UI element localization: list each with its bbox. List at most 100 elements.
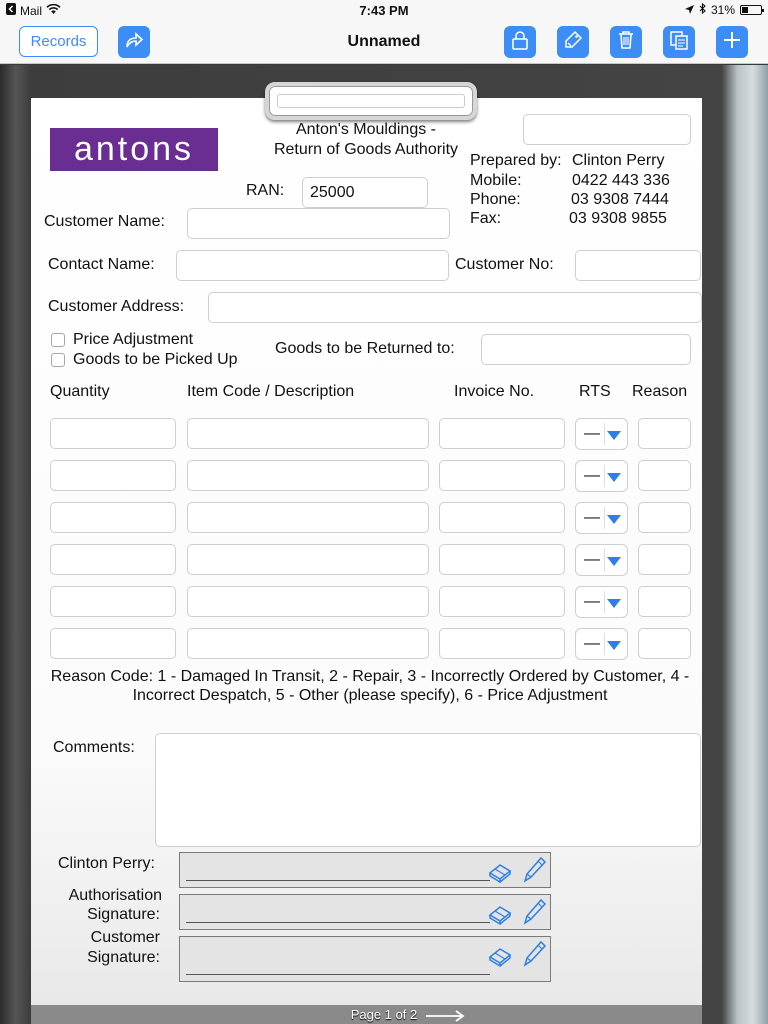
goods-returned-to-field[interactable] <box>481 334 691 365</box>
stamp-button[interactable] <box>557 26 589 58</box>
quantity-field[interactable] <box>50 460 176 491</box>
phone-label: Phone: <box>470 191 521 208</box>
invoice-no-field[interactable] <box>439 586 565 617</box>
delete-button[interactable] <box>610 26 642 58</box>
ran-label: RAN: <box>246 182 285 199</box>
dropdown-arrow-icon <box>607 473 621 482</box>
customer-name-field[interactable] <box>187 208 450 239</box>
reason-field[interactable] <box>638 628 691 659</box>
status-time: 7:43 PM <box>359 3 409 18</box>
lock-button[interactable] <box>504 26 536 58</box>
authorisation-signature-box[interactable] <box>179 894 551 930</box>
clipboard-clip <box>265 82 477 120</box>
company-title-line2: Return of Goods Authority <box>273 141 459 158</box>
reason-field[interactable] <box>638 502 691 533</box>
dropdown-arrow-icon <box>607 641 621 650</box>
company-title-line1: Anton's Mouldings - <box>295 121 436 138</box>
comments-field[interactable] <box>155 733 701 847</box>
customer-no-field[interactable] <box>575 250 701 281</box>
pen-icon[interactable] <box>521 939 547 967</box>
quantity-field[interactable] <box>50 502 176 533</box>
rts-dropdown[interactable]: — <box>575 460 628 492</box>
status-bar: Mail 7:43 PM 31% <box>0 0 768 20</box>
column-rts: RTS <box>579 383 611 400</box>
reason-field[interactable] <box>638 418 691 449</box>
invoice-no-field[interactable] <box>439 502 565 533</box>
nav-bar: Records Unnamed <box>0 20 768 64</box>
rts-dropdown[interactable]: — <box>575 502 628 534</box>
item-code-field[interactable] <box>187 628 429 659</box>
rts-dropdown[interactable]: — <box>575 418 628 450</box>
mobile-value: 0422 443 336 <box>572 172 670 189</box>
rts-value: — <box>584 551 600 568</box>
fax-value: 03 9308 9855 <box>569 210 667 227</box>
invoice-no-field[interactable] <box>439 418 565 449</box>
item-code-field[interactable] <box>187 544 429 575</box>
battery-percent: 31% <box>710 3 735 17</box>
price-adjustment-label: Price Adjustment <box>73 331 194 348</box>
invoice-no-field[interactable] <box>439 460 565 491</box>
duplicate-button[interactable] <box>663 26 695 58</box>
sig2-label-line1: Authorisation <box>68 887 162 904</box>
rts-value: — <box>584 509 600 526</box>
trash-icon <box>617 30 635 55</box>
reason-field[interactable] <box>638 586 691 617</box>
rts-dropdown[interactable]: — <box>575 586 628 618</box>
reason-field[interactable] <box>638 460 691 491</box>
eraser-icon[interactable] <box>487 855 513 884</box>
dropdown-arrow-icon <box>607 431 621 440</box>
sig3-label-line2: Signature: <box>87 949 160 966</box>
sig1-signature-box[interactable] <box>179 852 551 888</box>
customer-no-label: Customer No: <box>455 256 554 273</box>
quantity-field[interactable] <box>50 544 176 575</box>
customer-address-field[interactable] <box>208 292 702 323</box>
contact-name-field[interactable] <box>176 250 449 281</box>
sig2-label-line2: Signature: <box>87 906 160 923</box>
item-code-field[interactable] <box>187 460 429 491</box>
pen-icon[interactable] <box>521 855 547 883</box>
item-code-field[interactable] <box>187 502 429 533</box>
quantity-field[interactable] <box>50 418 176 449</box>
rts-value: — <box>584 467 600 484</box>
plus-icon <box>723 31 741 54</box>
prepared-by-value: Clinton Perry <box>572 152 665 169</box>
invoice-no-field[interactable] <box>439 628 565 659</box>
dropdown-arrow-icon <box>607 557 621 566</box>
sig3-label-line1: Customer <box>90 929 160 946</box>
prepared-by-label: Prepared by: <box>470 152 562 169</box>
eraser-icon[interactable] <box>487 939 513 968</box>
invoice-no-field[interactable] <box>439 544 565 575</box>
phone-value: 03 9308 7444 <box>571 191 669 208</box>
column-invoice-no: Invoice No. <box>454 383 535 400</box>
next-page-arrow-icon[interactable] <box>425 1009 465 1024</box>
pen-icon[interactable] <box>521 897 547 925</box>
mobile-label: Mobile: <box>470 172 522 189</box>
fax-label: Fax: <box>470 210 502 227</box>
rts-value: — <box>584 425 600 442</box>
logo-text: antons <box>73 130 195 168</box>
eraser-icon[interactable] <box>487 897 513 926</box>
customer-signature-box[interactable] <box>179 936 551 982</box>
rts-dropdown[interactable]: — <box>575 544 628 576</box>
goods-returned-to-label: Goods to be Returned to: <box>275 340 455 357</box>
customer-address-label: Customer Address: <box>48 298 185 315</box>
goods-picked-up-checkbox[interactable] <box>51 353 65 367</box>
price-adjustment-checkbox[interactable] <box>51 333 65 347</box>
dropdown-arrow-icon <box>607 599 621 608</box>
rts-value: — <box>584 593 600 610</box>
rts-dropdown[interactable]: — <box>575 628 628 660</box>
add-record-button[interactable] <box>716 26 748 58</box>
item-code-field[interactable] <box>187 418 429 449</box>
location-icon <box>684 3 694 17</box>
page-indicator: Page 1 of 2 <box>350 1007 418 1022</box>
bluetooth-icon <box>699 2 706 17</box>
top-right-field[interactable] <box>523 114 691 145</box>
dropdown-arrow-icon <box>607 515 621 524</box>
column-quantity: Quantity <box>50 383 110 400</box>
battery-icon <box>740 5 764 15</box>
reason-field[interactable] <box>638 544 691 575</box>
item-code-field[interactable] <box>187 586 429 617</box>
quantity-field[interactable] <box>50 628 176 659</box>
ran-field[interactable]: 25000 <box>302 177 428 208</box>
quantity-field[interactable] <box>50 586 176 617</box>
